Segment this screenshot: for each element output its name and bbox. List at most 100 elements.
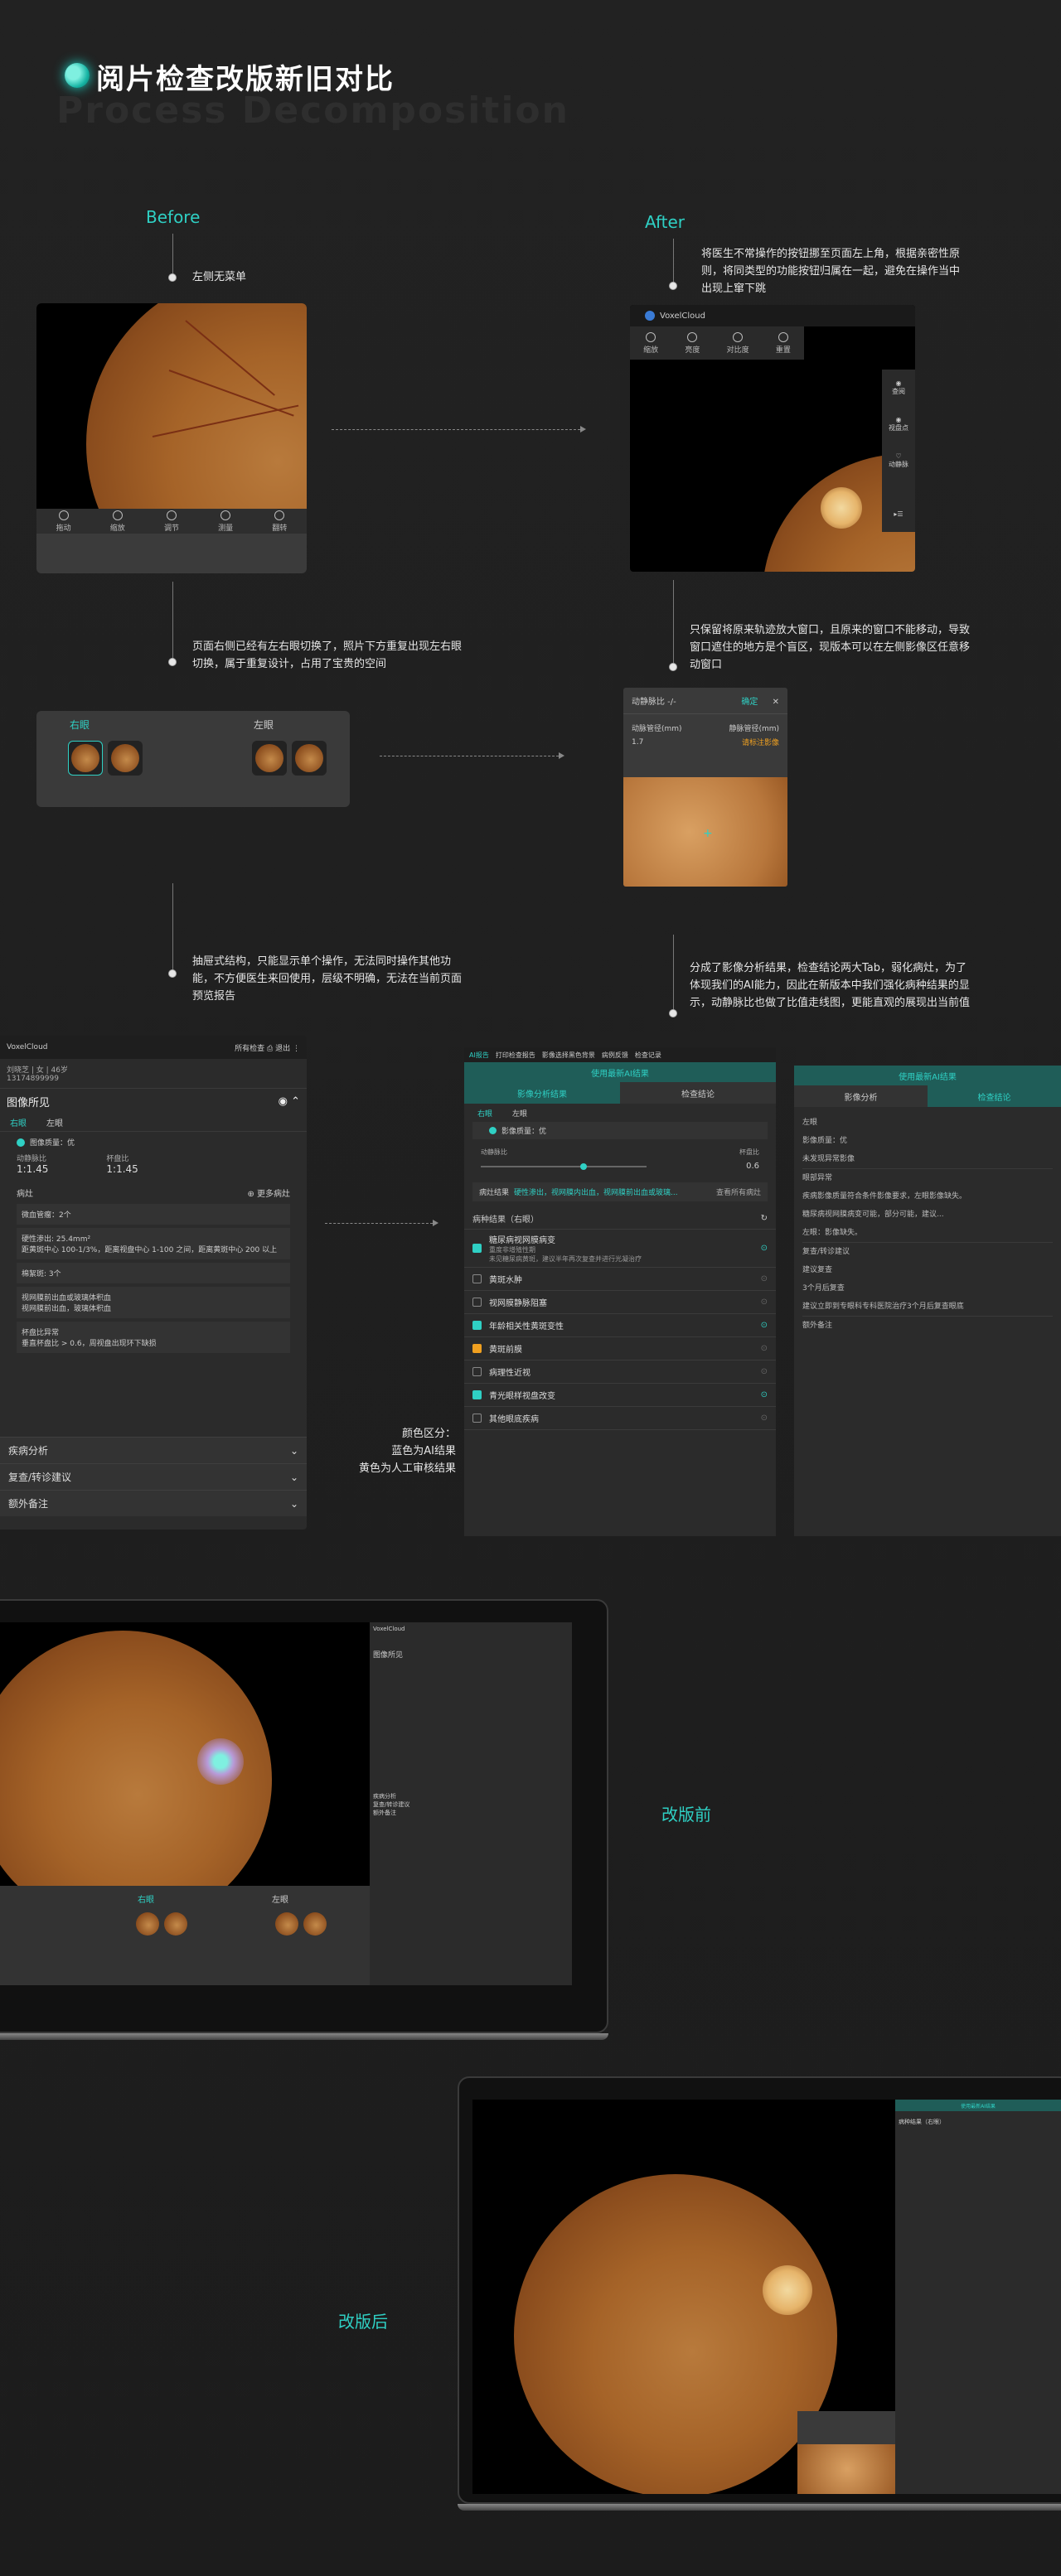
detail-icon[interactable]: ⊙	[761, 1344, 768, 1353]
tab-analysis[interactable]: 影像分析结果	[464, 1082, 620, 1104]
disease-item[interactable]: 黄斑前膜 ⊙	[464, 1337, 776, 1360]
slider-handle[interactable]	[580, 1162, 587, 1170]
thumb[interactable]	[275, 1912, 298, 1936]
laptop-base	[0, 2033, 608, 2040]
use-latest-ai-button[interactable]: 使用最新AI结果	[794, 1066, 1061, 1085]
brightness-tool[interactable]: 亮度	[685, 331, 700, 355]
view-all-lesions[interactable]: 查看所有病灶	[716, 1187, 761, 1197]
checkbox[interactable]	[472, 1414, 482, 1423]
disease-item[interactable]: 其他眼底疾病 ⊙	[464, 1407, 776, 1430]
tab-analysis[interactable]: 影像分析	[794, 1085, 928, 1107]
checkbox[interactable]	[472, 1244, 482, 1253]
refresh-icon[interactable]: ↻	[761, 1214, 768, 1223]
all-exams-button[interactable]: 所有检查	[235, 1045, 264, 1053]
eye-icon[interactable]: ◉ ⌃	[279, 1095, 300, 1108]
checkbox[interactable]	[472, 1274, 482, 1283]
top-link[interactable]: AI报告	[469, 1051, 489, 1060]
chevron-down-icon: ⌄	[289, 1444, 298, 1457]
lesion-tags: 硬性渗出，视网膜内出血，视网膜前出血或玻璃...	[514, 1189, 678, 1197]
tab-left-eye[interactable]: 左眼	[512, 1108, 527, 1119]
ai-btn-label[interactable]: 使用最新AI结果	[895, 2100, 1061, 2111]
top-link[interactable]: 影像选择黑色背景	[542, 1051, 595, 1060]
more-lesions-button[interactable]: ⊕ 更多病灶	[247, 1187, 290, 1199]
tab-left-eye[interactable]: 左眼	[46, 1116, 63, 1129]
ratio-slider[interactable]	[481, 1162, 647, 1170]
disease-text: 青光眼样视盘改变	[489, 1389, 555, 1401]
detail-icon[interactable]: ⊙	[761, 1298, 768, 1307]
checkbox[interactable]	[472, 1367, 482, 1376]
reset-tool[interactable]: 重置	[776, 331, 791, 355]
section-label: 复查/转诊建议	[373, 1801, 410, 1808]
new-report-panel: AI报告 打印检查报告 影像选择黑色背景 病例反馈 检查记录 使用最新AI结果 …	[464, 1047, 776, 1536]
title-dot-icon	[65, 63, 90, 88]
flip-tool[interactable]: 翻转	[272, 510, 287, 533]
thumb-right-1[interactable]	[68, 741, 103, 776]
detail-icon[interactable]: ⊙	[761, 1244, 768, 1253]
thumb-right-2[interactable]	[108, 741, 143, 776]
measure-tool[interactable]: 测量	[218, 510, 233, 533]
top-link[interactable]: 检查记录	[635, 1051, 661, 1060]
line: 建议立即到专眼科专科医院治疗3个月后复查眼底	[802, 1302, 964, 1311]
checkbox[interactable]	[472, 1344, 482, 1353]
disease-name: 黄斑前膜	[489, 1346, 522, 1355]
thumb-left-2[interactable]	[292, 741, 327, 776]
use-latest-ai-button[interactable]: 使用最新AI结果	[464, 1062, 776, 1082]
section-followup[interactable]: 复查/转诊建议 ⌄	[0, 1463, 307, 1490]
laptop-before-image	[0, 1622, 370, 1886]
disease-item[interactable]: 视网膜静脉阻塞 ⊙	[464, 1291, 776, 1314]
zoom-tool[interactable]: 缩放	[110, 510, 125, 533]
checkbox[interactable]	[472, 1298, 482, 1307]
confirm-button[interactable]: 确定	[741, 698, 758, 707]
fundus-image	[514, 2174, 837, 2494]
disease-item[interactable]: 青光眼样视盘改变 ⊙	[464, 1384, 776, 1407]
exit-button[interactable]: 退出	[275, 1045, 290, 1053]
tab-conclusion[interactable]: 检查结论	[620, 1082, 776, 1104]
tab-right-eye[interactable]: 右眼	[477, 1108, 492, 1119]
detail-icon[interactable]: ⊙	[761, 1367, 768, 1376]
disease-item[interactable]: 黄斑水肿 ⊙	[464, 1268, 776, 1291]
patient-info: 刘晓芝 | 女 | 46岁	[7, 1066, 68, 1075]
contrast-icon	[166, 510, 177, 520]
detail-icon[interactable]: ⊙	[761, 1274, 768, 1283]
thumb[interactable]	[303, 1912, 327, 1936]
connector	[673, 239, 674, 285]
disease-item[interactable]: 病理性近视 ⊙	[464, 1360, 776, 1384]
top-link[interactable]: 病例反馈	[602, 1051, 628, 1060]
disease-item[interactable]: 糖尿病视网膜病变 重度非增殖性期 未见糖尿病黄斑，建议半年再次复查并进行光凝治疗 ⊙	[464, 1230, 776, 1268]
chevron-down-icon: ⌄	[289, 1497, 298, 1510]
close-icon[interactable]: ✕	[773, 698, 779, 707]
av-ratio-popup-mini[interactable]	[797, 2411, 895, 2494]
top-link[interactable]: 打印检查报告	[496, 1051, 535, 1060]
section-label: 额外备注	[8, 1498, 49, 1510]
side-optic[interactable]: ◉ 视盘点	[882, 406, 915, 442]
detail-icon[interactable]: ⊙	[761, 1390, 768, 1399]
checkbox[interactable]	[472, 1390, 482, 1399]
tab-conclusion[interactable]: 检查结论	[928, 1085, 1061, 1107]
page-subtitle: Process Decomposition	[56, 89, 569, 132]
before-eye-switch: 右眼 左眼	[36, 711, 350, 807]
drag-tool[interactable]: 拖动	[56, 510, 71, 533]
contrast-tool[interactable]: 对比度	[727, 331, 749, 355]
connector-dot	[669, 663, 677, 671]
thumb[interactable]	[164, 1912, 187, 1936]
detail-icon[interactable]: ⊙	[761, 1414, 768, 1423]
thumb-left-1[interactable]	[252, 741, 287, 776]
side-view[interactable]: ◉ 查阅	[882, 370, 915, 406]
contrast-icon	[733, 331, 744, 342]
section-disease[interactable]: 疾病分析 ⌄	[0, 1437, 307, 1463]
side-av[interactable]: ♡ 动静脉	[882, 442, 915, 479]
adjust-tool[interactable]: 调节	[164, 510, 179, 533]
finding-item: 微血管瘤：2个	[17, 1204, 290, 1225]
arrow-head	[559, 752, 564, 759]
section-notes[interactable]: 额外备注 ⌄	[0, 1490, 307, 1516]
side-menu[interactable]: ▸☰	[882, 495, 915, 532]
cup-label: 杯盘比	[739, 1148, 759, 1156]
laptop-after-image	[472, 2100, 895, 2494]
av-ratio-popup[interactable]: 动静脉比 -/- 确定 ✕ 动脉管径(mm) 静脉管径(mm) 1.7 请标注影…	[623, 688, 787, 887]
zoom-tool[interactable]: 缩放	[643, 331, 658, 355]
tab-right-eye[interactable]: 右眼	[10, 1116, 27, 1129]
thumb[interactable]	[136, 1912, 159, 1936]
disease-item[interactable]: 年龄相关性黄斑变性 ⊙	[464, 1314, 776, 1337]
checkbox[interactable]	[472, 1321, 482, 1330]
detail-icon[interactable]: ⊙	[761, 1321, 768, 1330]
